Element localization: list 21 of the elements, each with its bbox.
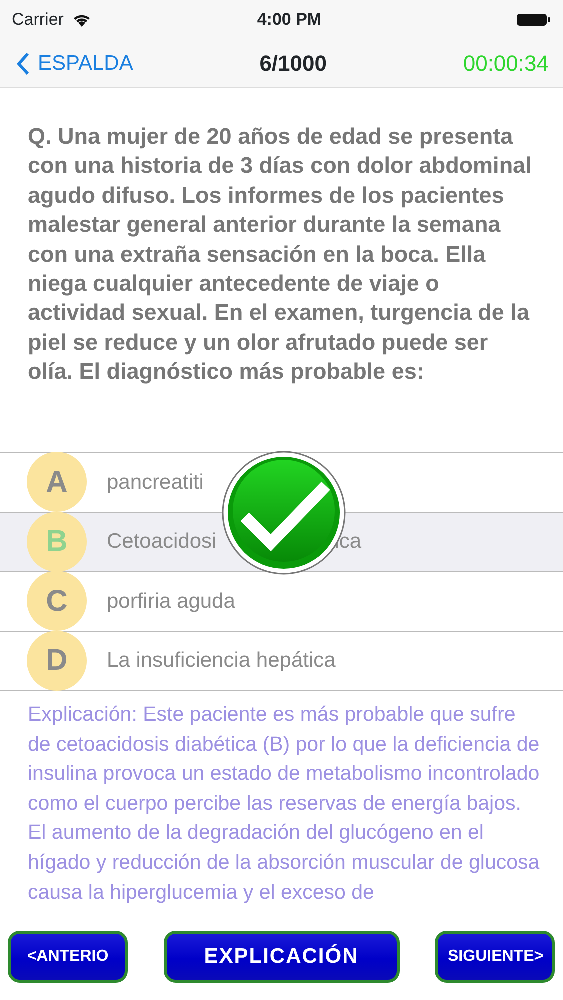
option-text: Cetoacidosi [107,529,217,555]
next-button[interactable]: SIGUIENTE> [435,931,555,983]
option-text: porfiria aguda [107,588,236,614]
option-text: La insuficiencia hepática [107,648,336,674]
option-text: pancreatiti [107,470,204,496]
carrier-name: Carrier [12,9,64,32]
timer: 00:00:34 [463,50,549,78]
clock-time: 4:00 PM [257,9,322,32]
back-chevron-icon [16,52,30,76]
option-letter: A [27,452,87,512]
wifi-icon [72,12,92,28]
question-counter: 6/1000 [260,50,327,78]
back-button[interactable]: ESPALDA [16,48,134,80]
option-letter: D [27,630,87,691]
previous-button[interactable]: <ANTERIO [8,931,128,983]
option-letter: B [27,512,87,572]
battery-icon [516,13,551,27]
explanation-text: Explicación: Este paciente es más probable que sufre de cetoacidosis diabética (B) por lo que la deficiencia de insulina provoca un estado de metabolismo incontrolado como el cuerpo percibe las reservas de energía bajos. El aumento de la degradación del glucógeno en el hígado y reducción de la absorción muscular de glucosa causa la hiperglucemia y el exceso de [27,702,541,906]
explanation-button[interactable]: EXPLICACIÓN [164,931,400,983]
question-text: Q. Una mujer de 20 años de edad se presenta con una historia de 3 días con dolor abdominal agudo difuso. Los informes de los pacientes malestar general anterior durante la semana con una extraña sensación en la boca. Ella niega cualquier antecedente de viaje o actividad sexual. En el examen, turgencia de la piel se reduce y un olor afrutado puede ser olía. El diagnóstico más probable es: [27,123,533,386]
option-letter: C [27,571,87,632]
